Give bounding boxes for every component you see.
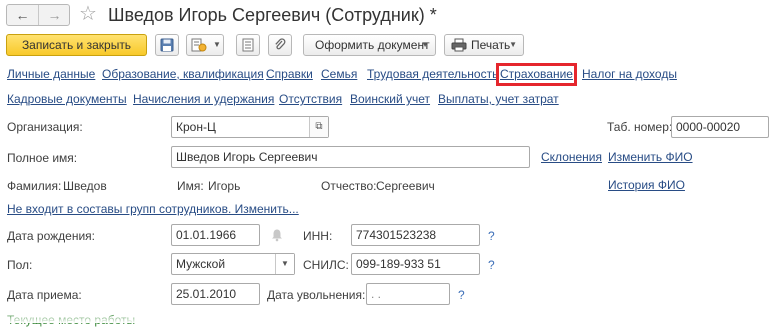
paperclip-icon xyxy=(275,38,286,50)
attachments-button[interactable] xyxy=(268,34,292,56)
bottom-fade xyxy=(0,313,778,323)
hire-date-label: Дата приема: xyxy=(7,288,82,302)
tab-number-label: Таб. номер: xyxy=(607,120,673,134)
printer-icon xyxy=(451,38,467,52)
link-income-tax[interactable]: Налог на доходы xyxy=(582,67,677,82)
chevron-down-icon: ▼ xyxy=(213,40,221,49)
list-icon xyxy=(242,38,254,52)
inn-help-icon[interactable]: ? xyxy=(488,229,495,244)
floppy-disk-icon xyxy=(160,38,174,52)
birth-date-field[interactable]: 01.01.1966 xyxy=(171,224,260,246)
history-nav: ← → xyxy=(6,4,70,26)
surname-value: Шведов xyxy=(63,179,107,193)
dismissal-date-label: Дата увольнения: xyxy=(267,288,366,302)
gender-dropdown-button[interactable]: ▼ xyxy=(275,254,294,274)
window-title: Шведов Игорь Сергеевич (Сотрудник) * xyxy=(108,5,437,25)
open-organization-button[interactable]: ⧉ xyxy=(309,117,328,137)
name-value: Игорь xyxy=(208,179,241,193)
link-education[interactable]: Образование, квалификация xyxy=(102,67,264,82)
back-button[interactable]: ← xyxy=(7,5,39,25)
organization-field[interactable]: Крон-Ц ⧉ xyxy=(171,116,329,138)
snils-field[interactable]: 099-189-933 51 xyxy=(351,253,480,275)
inn-value: 774301523238 xyxy=(356,228,437,242)
chevron-down-icon: ▼ xyxy=(509,40,517,49)
declensions-link[interactable]: Склонения xyxy=(541,150,602,165)
create-document-button[interactable]: Оформить документ ▼ xyxy=(303,34,436,56)
link-insurance[interactable]: Страхование xyxy=(496,63,577,86)
document-structure-icon xyxy=(191,38,207,52)
surname-label: Фамилия: xyxy=(7,179,62,193)
inn-label: ИНН: xyxy=(303,229,333,243)
print-label: Печать xyxy=(471,38,511,52)
change-name-link[interactable]: Изменить ФИО xyxy=(608,150,693,165)
link-military[interactable]: Воинский учет xyxy=(350,92,430,107)
arrow-left-icon: ← xyxy=(15,7,30,23)
gender-label: Пол: xyxy=(7,258,33,272)
hire-date-value: 25.01.2010 xyxy=(176,287,237,301)
dismissal-date-field[interactable]: . . xyxy=(366,283,450,305)
link-certificates[interactable]: Справки xyxy=(266,67,313,82)
snils-value: 099-189-933 51 xyxy=(356,257,441,271)
tab-number-field[interactable]: 0000-00020 xyxy=(671,116,769,138)
chevron-down-icon: ▼ xyxy=(421,40,429,49)
forward-button[interactable]: → xyxy=(39,5,70,25)
structure-menu-button[interactable]: ▼ xyxy=(186,34,224,56)
organization-label: Организация: xyxy=(7,120,83,134)
patronymic-value: Сергеевич xyxy=(376,179,435,193)
favorite-star-icon[interactable]: ☆ xyxy=(79,2,97,26)
organization-value: Крон-Ц xyxy=(176,120,216,134)
birth-date-label: Дата рождения: xyxy=(7,229,95,243)
dismissal-help-icon[interactable]: ? xyxy=(458,288,465,303)
full-name-value: Шведов Игорь Сергеевич xyxy=(176,150,318,164)
gender-value: Мужской xyxy=(176,257,226,271)
save-button[interactable] xyxy=(155,34,179,56)
tab-number-value: 0000-00020 xyxy=(676,120,741,134)
print-button[interactable]: Печать ▼ xyxy=(444,34,524,56)
link-payments[interactable]: Выплаты, учет затрат xyxy=(438,92,559,107)
save-and-close-button[interactable]: Записать и закрыть xyxy=(6,34,147,56)
dismissal-date-value: . . xyxy=(371,287,382,301)
birth-date-value: 01.01.1966 xyxy=(176,228,237,242)
inn-field[interactable]: 774301523238 xyxy=(351,224,480,246)
name-history-link[interactable]: История ФИО xyxy=(608,178,685,193)
create-document-label: Оформить документ xyxy=(315,38,430,52)
chevron-down-icon: ▼ xyxy=(281,259,289,268)
link-absences[interactable]: Отсутствия xyxy=(279,92,342,107)
full-name-field[interactable]: Шведов Игорь Сергеевич xyxy=(171,146,530,168)
gender-select[interactable]: Мужской ▼ xyxy=(171,253,295,275)
name-label: Имя: xyxy=(177,179,204,193)
link-accruals[interactable]: Начисления и удержания xyxy=(133,92,274,107)
link-personal-data[interactable]: Личные данные xyxy=(7,67,95,82)
link-family[interactable]: Семья xyxy=(321,67,357,82)
link-work-history[interactable]: Трудовая деятельность xyxy=(367,67,498,82)
snils-label: СНИЛС: xyxy=(303,258,349,272)
open-icon: ⧉ xyxy=(315,121,323,132)
snils-help-icon[interactable]: ? xyxy=(488,258,495,273)
full-name-label: Полное имя: xyxy=(7,151,78,165)
bell-icon[interactable] xyxy=(270,228,284,242)
list-button[interactable] xyxy=(236,34,260,56)
link-hr-documents[interactable]: Кадровые документы xyxy=(7,92,127,107)
patronymic-label: Отчество: xyxy=(321,179,377,193)
employee-groups-link[interactable]: Не входит в составы групп сотрудников. И… xyxy=(7,202,299,217)
arrow-right-icon: → xyxy=(47,7,62,23)
hire-date-field[interactable]: 25.01.2010 xyxy=(171,283,260,305)
